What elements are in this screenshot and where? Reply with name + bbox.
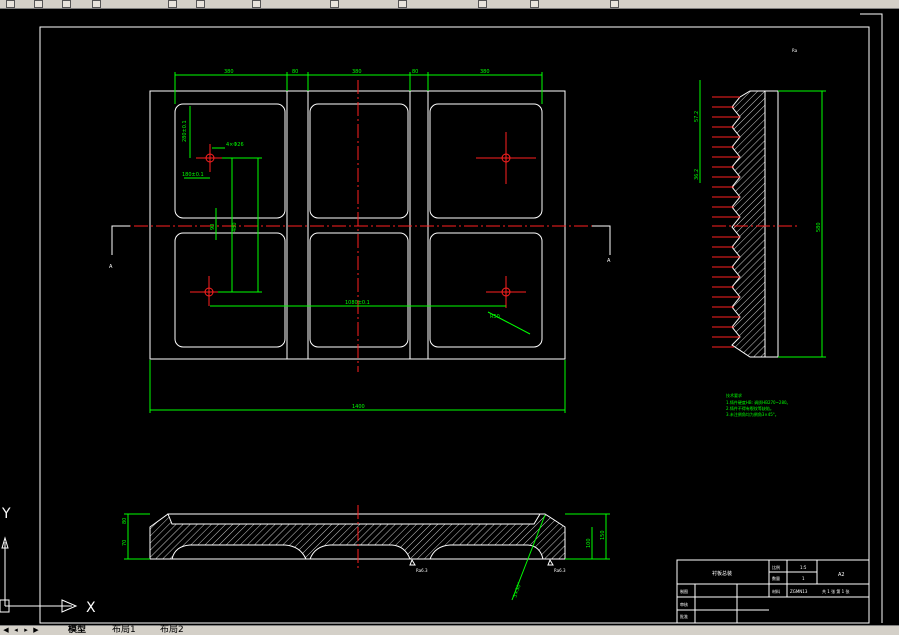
new-icon[interactable] bbox=[6, 0, 15, 8]
layer-icon[interactable] bbox=[252, 0, 261, 8]
side-dim-2: 36.2 bbox=[694, 169, 700, 180]
drawn-label: 制图 bbox=[680, 588, 688, 594]
front-section-view: 80 70 150 100 3×30° Ra6.3 Ra6.3 bbox=[122, 505, 610, 601]
side-dim-total: 580 bbox=[816, 222, 822, 232]
material-label: 材料 bbox=[772, 588, 780, 594]
dim-top-1: 380 bbox=[224, 69, 234, 75]
sheet-size: A2 bbox=[838, 572, 845, 578]
checked-label: 审核 bbox=[680, 601, 688, 607]
side-view: 57.2 36.2 580 bbox=[694, 80, 826, 358]
dim-hole-spacing: 1080±0.1 bbox=[345, 300, 370, 306]
dim-top-3: 380 bbox=[352, 69, 362, 75]
dim-top-2: 80 bbox=[292, 69, 298, 75]
front-dim-1: 80 bbox=[122, 518, 128, 524]
dim-top-5: 380 bbox=[480, 69, 490, 75]
drawing-canvas[interactable]: A A 380 80 380 80 380 1400 1080±0.1 4×Φ2… bbox=[0, 9, 899, 625]
technical-notes: 技术要求 1.铸件硬度HB: 调质HB270~280。 2.铸件不得有裂纹等缺陷… bbox=[726, 392, 791, 417]
dim-v-center: 480 bbox=[232, 222, 238, 232]
sheet-info: 共 1 张 第 1 张 bbox=[822, 588, 849, 594]
section-label-right: A bbox=[607, 258, 611, 264]
front-dim-2: 70 bbox=[122, 540, 128, 546]
note-3: 3.未注倒角均为倒角3×45°。 bbox=[726, 411, 779, 417]
hole-callout: 4×Φ26 bbox=[226, 142, 244, 148]
tab-first-icon[interactable]: ◀ bbox=[2, 626, 10, 634]
qty-label: 数量 bbox=[772, 575, 780, 581]
toolbar bbox=[0, 0, 899, 9]
undo-icon[interactable] bbox=[168, 0, 177, 8]
front-dim-4: 100 bbox=[586, 538, 592, 548]
title-block-text: 衬板总装 比例 1:5 数量 1 A2 材料 ZGMN13 共 1 张 第 1 … bbox=[680, 564, 849, 619]
side-dim-1: 57.2 bbox=[694, 111, 700, 122]
front-leader: 3×30° bbox=[512, 581, 523, 599]
ucs-y-label: Y bbox=[1, 506, 11, 522]
note-1: 1.铸件硬度HB: 调质HB270~280。 bbox=[726, 399, 791, 405]
open-icon[interactable] bbox=[34, 0, 43, 8]
notes-title: 技术要求 bbox=[726, 392, 742, 398]
zoom-icon[interactable] bbox=[478, 0, 487, 8]
part-name: 衬板总装 bbox=[712, 570, 732, 577]
front-dim-3: 150 bbox=[600, 530, 606, 540]
dim-h1: 180±0.1 bbox=[182, 172, 204, 178]
pan-icon[interactable] bbox=[530, 0, 539, 8]
front-roughness-1: Ra6.3 bbox=[416, 568, 428, 573]
redo-icon[interactable] bbox=[196, 0, 205, 8]
section-label-left: A bbox=[109, 264, 113, 270]
tab-next-icon[interactable]: ▸ bbox=[22, 626, 30, 634]
dim-v-small: 90 bbox=[210, 224, 216, 230]
dim-top-4: 80 bbox=[412, 69, 418, 75]
tab-last-icon[interactable]: ▶ bbox=[32, 626, 40, 634]
top-right-note: Ra bbox=[792, 48, 798, 53]
approved-label: 批准 bbox=[680, 613, 688, 619]
sheet-border-corner bbox=[860, 13, 883, 623]
tab-prev-icon[interactable]: ◂ bbox=[12, 626, 20, 634]
ucs-x-label: X bbox=[86, 600, 96, 616]
qty-value: 1 bbox=[802, 576, 805, 581]
print-icon[interactable] bbox=[92, 0, 101, 8]
scale-label: 比例 bbox=[772, 564, 780, 570]
front-roughness-2: Ra6.3 bbox=[554, 568, 566, 573]
match-icon[interactable] bbox=[398, 0, 407, 8]
material-value: ZGMN13 bbox=[790, 589, 808, 594]
ucs-icon: Y X bbox=[0, 506, 96, 616]
dim-total: 1400 bbox=[352, 404, 365, 410]
scale-value: 1:5 bbox=[800, 565, 807, 570]
properties-icon[interactable] bbox=[330, 0, 339, 8]
dim-v1: 280±0.1 bbox=[182, 120, 188, 142]
dim-r: R50 bbox=[490, 314, 500, 320]
plan-dimension-text: 380 80 380 80 380 1400 1080±0.1 4×Φ26 18… bbox=[182, 48, 798, 410]
save-icon[interactable] bbox=[62, 0, 71, 8]
help-icon[interactable] bbox=[610, 0, 619, 8]
note-2: 2.铸件不得有裂纹等缺陷。 bbox=[726, 405, 774, 411]
